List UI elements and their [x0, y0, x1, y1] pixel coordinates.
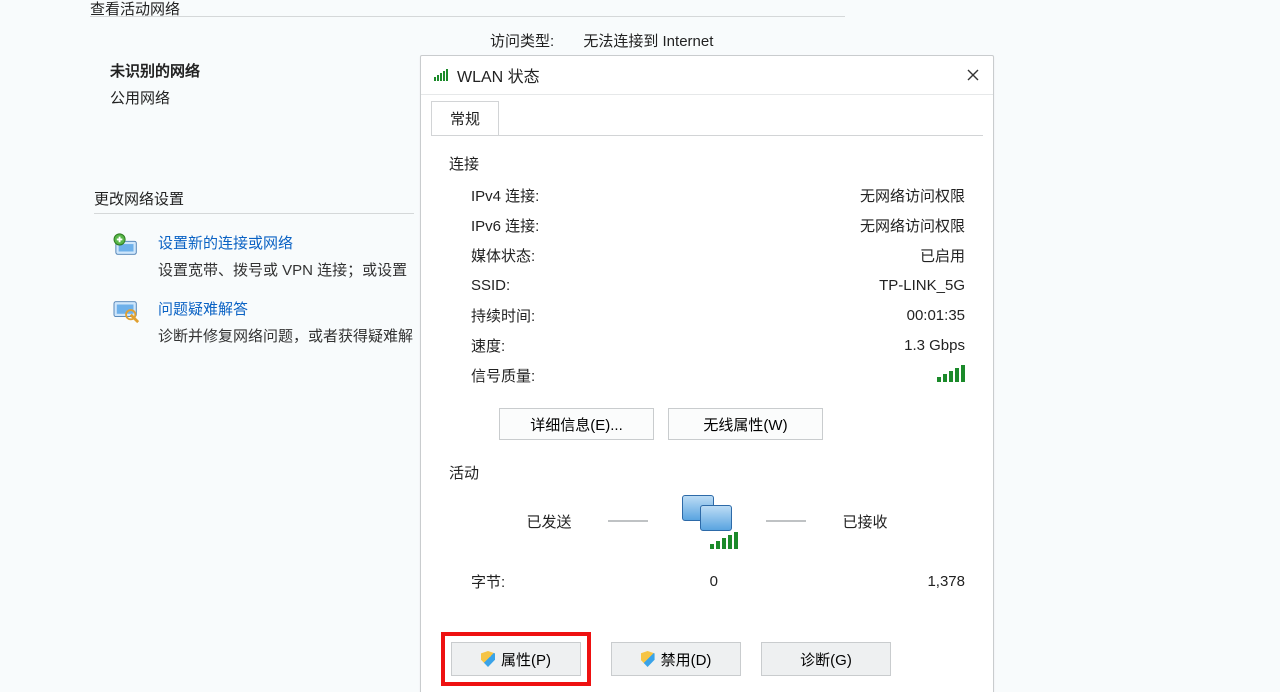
wireless-properties-button[interactable]: 无线属性(W)	[668, 408, 823, 440]
section-connection: 连接	[449, 153, 965, 174]
close-button[interactable]	[953, 56, 993, 94]
tab-row: 常规	[421, 95, 993, 136]
ssid-label: SSID:	[471, 277, 641, 294]
properties-button[interactable]: 属性(P)	[451, 642, 581, 676]
duration-label: 持续时间:	[471, 305, 641, 326]
signal-quality-label: 信号质量:	[471, 365, 641, 386]
bytes-recv: 1,378	[868, 573, 965, 590]
change-settings-header: 更改网络设置	[94, 188, 414, 214]
task-setup-link[interactable]: 设置新的连接或网络	[158, 235, 293, 252]
speed-label: 速度:	[471, 335, 641, 356]
activity-graphic-row: 已发送 已接收	[449, 493, 965, 549]
access-line: 访问类型: 无法连接到 Internet	[490, 30, 713, 51]
ipv4-value: 无网络访问权限	[641, 185, 965, 206]
signal-bars-icon	[937, 364, 965, 382]
recv-label: 已接收	[830, 511, 900, 532]
ipv6-label: IPv6 连接:	[471, 215, 641, 236]
section-activity: 活动	[449, 462, 965, 483]
task-diag-link[interactable]: 问题疑难解答	[158, 301, 248, 318]
shield-icon	[481, 651, 495, 667]
troubleshoot-icon	[112, 298, 146, 328]
ipv6-value: 无网络访问权限	[641, 215, 965, 236]
speed-value: 1.3 Gbps	[641, 337, 965, 354]
sent-label: 已发送	[514, 511, 584, 532]
diagnose-button[interactable]: 诊断(G)	[761, 642, 891, 676]
disable-button[interactable]: 禁用(D)	[611, 642, 741, 676]
signal-quality-value	[641, 364, 965, 386]
disable-button-label: 禁用(D)	[661, 649, 712, 670]
media-state-label: 媒体状态:	[471, 245, 641, 266]
mini-signal-icon	[710, 531, 738, 549]
dialog-titlebar: WLAN 状态	[421, 56, 993, 95]
dash-left	[608, 520, 648, 522]
duration-value: 00:01:35	[641, 307, 965, 324]
tab-general[interactable]: 常规	[431, 101, 499, 136]
media-state-value: 已启用	[641, 245, 965, 266]
shield-icon	[641, 651, 655, 667]
wlan-status-dialog: WLAN 状态 常规 连接 IPv4 连接: 无网络访问权限 IPv6 连接: …	[420, 55, 994, 692]
tab-divider	[431, 135, 983, 136]
properties-button-label: 属性(P)	[501, 649, 551, 670]
dialog-bottom-buttons: 属性(P) 禁用(D) 诊断(G)	[441, 632, 891, 686]
setup-connection-icon	[112, 232, 146, 262]
ipv4-label: IPv4 连接:	[471, 185, 641, 206]
wlan-icon	[433, 67, 449, 83]
bytes-row: 字节: 0 1,378	[471, 571, 965, 592]
details-button[interactable]: 详细信息(E)...	[499, 408, 654, 440]
task-setup-desc: 设置宽带、拨号或 VPN 连接；或设置	[158, 259, 407, 280]
access-type-value: 无法连接到 Internet	[583, 30, 713, 51]
divider	[90, 16, 845, 17]
network-monitors-icon	[672, 493, 742, 549]
bytes-label: 字节:	[471, 571, 621, 592]
access-type-label: 访问类型:	[490, 30, 554, 51]
bytes-sent: 0	[621, 573, 718, 590]
ssid-value: TP-LINK_5G	[641, 277, 965, 294]
dash-right	[766, 520, 806, 522]
highlight-box: 属性(P)	[441, 632, 591, 686]
task-diag-desc: 诊断并修复网络问题，或者获得疑难解	[158, 325, 413, 346]
diagnose-button-label: 诊断(G)	[800, 649, 852, 670]
dialog-title: WLAN 状态	[457, 63, 953, 87]
